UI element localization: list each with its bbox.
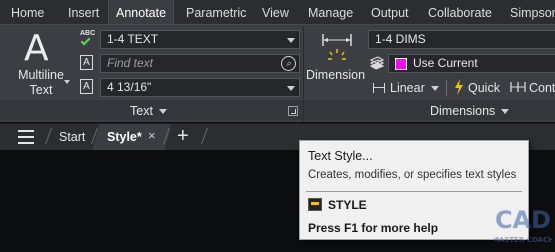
dimension-layer-value: Use Current (413, 56, 478, 70)
text-height-value: 4 13/16" (107, 80, 152, 94)
tab-home[interactable]: Home (11, 0, 44, 24)
multiline-text-button[interactable]: Multiline Text (15, 68, 67, 98)
ribbon-tab-bar: Home Insert Annotate Parametric View Man… (0, 0, 555, 24)
quick-dimension-icon[interactable] (452, 78, 466, 96)
cad-master-coach-logo: CAD MASTER COACH (494, 206, 552, 244)
chevron-down-icon (158, 109, 167, 115)
tab-insert[interactable]: Insert (68, 0, 99, 24)
quick-dimension-button[interactable]: Quick (468, 81, 500, 95)
find-text-input[interactable]: Find text ⌕ (100, 54, 300, 73)
tooltip-help: Press F1 for more help (308, 221, 439, 235)
tooltip-divider (306, 191, 522, 192)
hamburger-menu-icon[interactable] (18, 130, 34, 148)
tooltip-description: Creates, modifies, or specifies text sty… (308, 169, 517, 181)
find-text-style-icon: A (80, 55, 93, 70)
tab-simpson[interactable]: Simpson (510, 0, 555, 24)
dimension-style-combo[interactable]: 1-4 DIMS (368, 30, 555, 49)
dimension-style-value: 1-4 DIMS (375, 32, 426, 46)
text-height-combo[interactable]: 4 13/16" (100, 78, 300, 97)
chevron-down-icon[interactable] (287, 86, 295, 91)
text-style-dialog-launcher-icon[interactable] (288, 106, 298, 116)
tab-manage[interactable]: Manage (308, 0, 353, 24)
continue-dimension-button[interactable]: Cont (529, 81, 555, 95)
file-tab-start[interactable]: Start (59, 130, 85, 144)
button-divider (446, 80, 447, 96)
text-panel-title-label: Text (130, 104, 153, 118)
close-tab-icon[interactable]: × (148, 128, 156, 143)
tab-collaborate[interactable]: Collaborate (428, 0, 492, 24)
linear-dimension-label: Linear (390, 81, 425, 95)
tab-output[interactable]: Output (371, 0, 409, 24)
command-icon (308, 198, 322, 211)
text-style-combo[interactable]: 1-4 TEXT (100, 30, 300, 49)
dimensions-panel-title-label: Dimensions (430, 104, 496, 118)
search-icon[interactable]: ⌕ (281, 56, 296, 71)
dimensions-panel-title[interactable]: Dimensions (430, 104, 510, 118)
tab-view[interactable]: View (262, 0, 289, 24)
linear-dimension-button[interactable]: Linear (373, 81, 439, 95)
file-tab-style[interactable]: Style* (107, 130, 142, 144)
chevron-down-icon[interactable] (287, 38, 295, 43)
tab-annotate[interactable]: Annotate (108, 0, 175, 24)
logo-text-sub: MASTER COACH (494, 236, 552, 244)
text-height-icon: A (80, 79, 93, 94)
find-text-placeholder: Find text (107, 56, 154, 70)
chevron-down-icon[interactable] (430, 86, 439, 92)
dimension-icon[interactable] (320, 32, 354, 64)
dimension-button-label[interactable]: Dimension (306, 68, 365, 82)
tooltip-command: STYLE (328, 198, 367, 212)
logo-text-main: CAD (495, 206, 551, 234)
linear-dimension-icon (373, 83, 385, 93)
multiline-text-dropdown-icon[interactable] (64, 80, 70, 84)
text-panel-title[interactable]: Text (130, 104, 167, 118)
tab-parametric[interactable]: Parametric (186, 0, 246, 24)
continue-dimension-icon[interactable] (510, 80, 526, 94)
tooltip-title: Text Style... (308, 149, 373, 163)
new-tab-icon[interactable]: + (177, 124, 189, 148)
multiline-text-label-2: Text (29, 83, 53, 97)
chevron-down-icon (501, 109, 510, 115)
layer-color-swatch (395, 58, 407, 70)
text-style-value: 1-4 TEXT (107, 32, 159, 46)
multiline-text-label-1: Multiline (18, 68, 64, 82)
multiline-text-icon[interactable]: A (24, 28, 49, 69)
dimension-layer-combo[interactable]: Use Current (388, 54, 555, 73)
layer-icon (369, 56, 385, 70)
